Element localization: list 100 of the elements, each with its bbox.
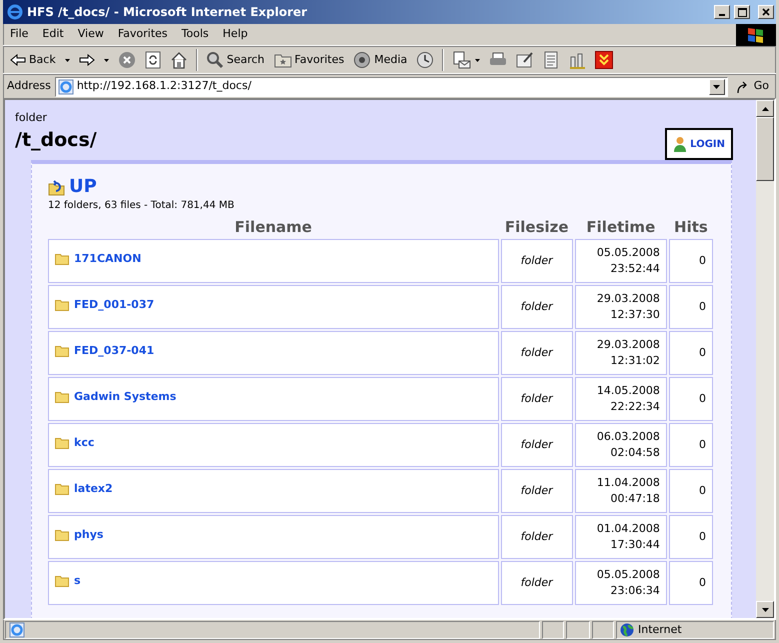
hits-cell: 0	[668, 331, 713, 375]
hits-cell: 0	[668, 561, 713, 605]
column-header: Filename	[234, 217, 313, 237]
address-label: Address	[7, 78, 51, 94]
filetime-cell: 29.03.2008 12:31:02	[574, 331, 667, 375]
folder-link[interactable]: latex2	[55, 481, 113, 498]
folder-icon	[55, 575, 69, 588]
address-field[interactable]: http://192.168.1.2:3127/t_docs/	[54, 76, 728, 96]
print-icon	[489, 52, 508, 68]
filesize-cell: folder	[500, 561, 573, 605]
scroll-down-button[interactable]	[756, 601, 774, 618]
filesize-cell: folder	[500, 331, 573, 375]
filesize-cell: folder	[500, 515, 573, 559]
caret-icon	[104, 58, 109, 62]
folder-link[interactable]: Gadwin Systems	[55, 389, 176, 406]
browser-icon	[7, 4, 23, 20]
folder-link[interactable]: FED_001-037	[55, 297, 154, 314]
folder-icon	[55, 253, 69, 266]
favorites-icon	[274, 52, 292, 68]
folder-link[interactable]: s	[55, 573, 81, 590]
download-icon	[595, 51, 614, 69]
scroll-up-button[interactable]	[756, 100, 774, 117]
search-button[interactable]: Search	[202, 50, 268, 70]
folder-link[interactable]: FED_037-041	[55, 343, 154, 360]
hits-cell: 0	[668, 515, 713, 559]
caret-icon	[475, 58, 480, 62]
up-link[interactable]: UP	[48, 178, 715, 196]
folder-link[interactable]: kcc	[55, 435, 94, 452]
folder-icon	[55, 391, 69, 404]
back-button[interactable]: Back	[7, 50, 59, 70]
page-icon	[58, 78, 74, 94]
zone-panel: Internet	[616, 621, 774, 639]
filesize-cell: folder	[500, 285, 573, 329]
hits-cell: 0	[668, 285, 713, 329]
folder-path: /t_docs/	[15, 128, 97, 152]
back-icon	[10, 54, 26, 66]
dropdown-button[interactable]	[708, 78, 725, 94]
media-icon	[353, 51, 372, 69]
login-button[interactable]: LOGIN	[665, 128, 733, 160]
filetime-cell: 14.05.2008 22:22:34	[574, 377, 667, 421]
page-icon	[9, 622, 25, 638]
windows-logo	[736, 24, 776, 46]
filesize-cell: folder	[500, 377, 573, 421]
folder-link[interactable]: phys	[55, 527, 104, 544]
maximize-button[interactable]	[734, 5, 750, 19]
menu-item[interactable]: Tools	[174, 26, 216, 43]
folder-up-icon	[48, 178, 66, 196]
hits-cell: 0	[668, 469, 713, 513]
column-header: Filetime	[585, 217, 656, 237]
minimize-button[interactable]	[714, 5, 730, 19]
edit-icon	[516, 52, 534, 68]
menu-item[interactable]: Help	[216, 26, 255, 43]
forward-icon	[78, 54, 95, 66]
window-title: HFS /t_docs/ - Microsoft Internet Explorer	[27, 4, 308, 21]
folder-summary: 12 folders, 63 files - Total: 781,44 MB	[48, 199, 236, 213]
home-icon	[170, 51, 188, 69]
folder-icon	[55, 437, 69, 450]
caret-icon	[713, 84, 720, 88]
menu-item[interactable]: File	[3, 26, 36, 43]
hits-cell: 0	[668, 239, 713, 283]
filetime-cell: 06.03.2008 02:04:58	[574, 423, 667, 467]
filetime-cell: 29.03.2008 12:37:30	[574, 285, 667, 329]
filetime-cell: 05.05.2008 23:52:44	[574, 239, 667, 283]
menu-item[interactable]: Favorites	[110, 26, 175, 43]
column-header: Filesize	[504, 217, 570, 237]
filesize-cell: folder	[500, 423, 573, 467]
caret-icon	[64, 58, 70, 62]
favorites-button[interactable]: Favorites	[270, 50, 348, 70]
go-button[interactable]: Go	[732, 77, 772, 96]
folder-icon	[55, 483, 69, 496]
filetime-cell: 11.04.2008 00:47:18	[574, 469, 667, 513]
filetime-cell: 05.05.2008 23:06:34	[574, 561, 667, 605]
down-arrow-icon	[762, 608, 768, 612]
filetime-cell: 01.04.2008 17:30:44	[574, 515, 667, 559]
close-icon	[762, 8, 770, 16]
stop-icon	[118, 51, 136, 69]
hits-cell: 0	[668, 377, 713, 421]
refresh-icon	[144, 51, 161, 69]
document-icon	[543, 51, 560, 69]
history-icon	[416, 51, 434, 69]
menu-item[interactable]: View	[70, 26, 111, 43]
close-button[interactable]	[758, 5, 774, 19]
hits-cell: 0	[668, 423, 713, 467]
folder-icon	[55, 299, 69, 312]
folder-icon	[55, 529, 69, 542]
filesize-cell: folder	[500, 239, 573, 283]
folder-label: folder	[15, 110, 48, 126]
filesize-cell: folder	[500, 469, 573, 513]
up-arrow-icon	[762, 106, 768, 110]
folder-link[interactable]: 171CANON	[55, 251, 142, 268]
column-header: Hits	[673, 217, 709, 237]
user-icon	[673, 136, 688, 152]
maximize-icon	[738, 8, 746, 16]
media-button[interactable]: Media	[350, 50, 410, 70]
scrollbar-thumb[interactable]	[756, 117, 774, 181]
folder-icon	[55, 345, 69, 358]
menu-item[interactable]: Edit	[35, 26, 71, 43]
search-icon	[206, 51, 224, 69]
mail-icon	[452, 51, 472, 69]
globe-icon	[620, 623, 634, 637]
